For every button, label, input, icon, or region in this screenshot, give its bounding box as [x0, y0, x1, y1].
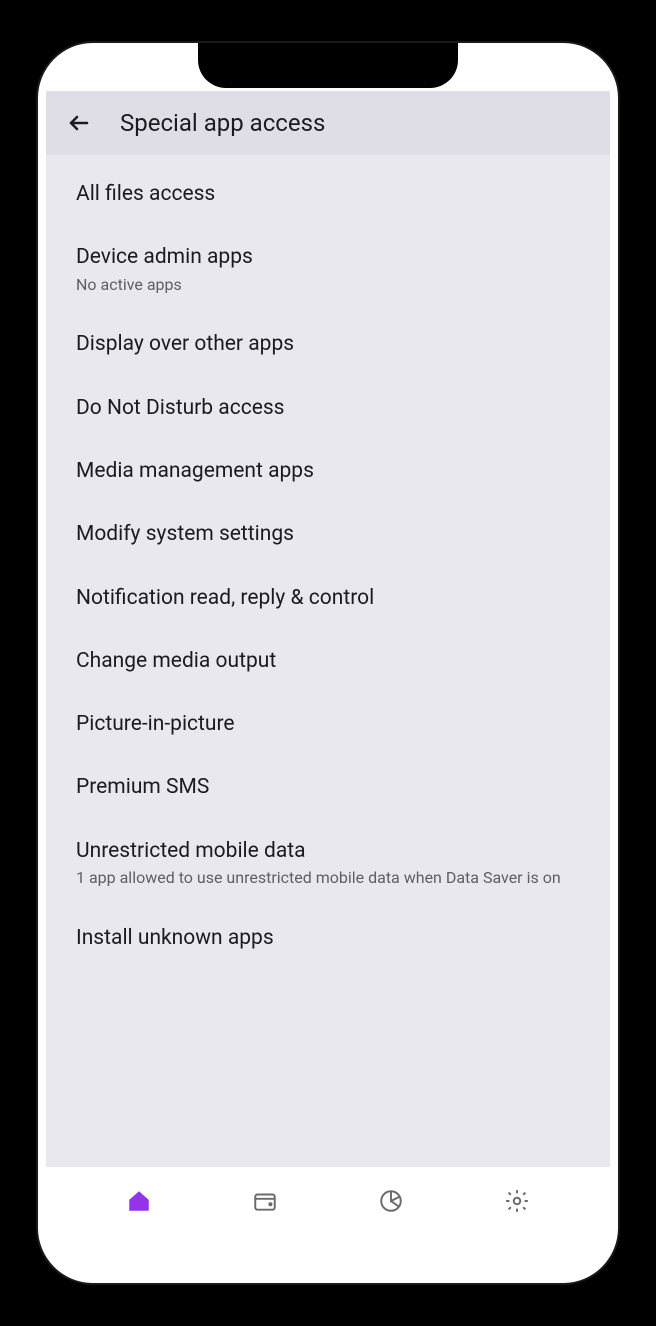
home-icon	[126, 1188, 152, 1214]
item-all-files-access[interactable]: All files access	[46, 163, 610, 226]
list-item-title: Picture-in-picture	[76, 711, 580, 738]
item-install-unknown-apps[interactable]: Install unknown apps	[46, 907, 610, 970]
back-button[interactable]	[66, 110, 92, 136]
item-display-over-other-apps[interactable]: Display over other apps	[46, 313, 610, 376]
item-unrestricted-mobile-data[interactable]: Unrestricted mobile data 1 app allowed t…	[46, 820, 610, 907]
list-item-title: Modify system settings	[76, 521, 580, 548]
bottom-navigation	[46, 1167, 610, 1235]
list-item-title: Unrestricted mobile data	[76, 838, 580, 865]
list-item-title: All files access	[76, 181, 580, 208]
item-notification-read-reply-control[interactable]: Notification read, reply & control	[46, 567, 610, 630]
nav-wallet[interactable]	[245, 1181, 285, 1221]
list-item-title: Media management apps	[76, 458, 580, 485]
wallet-icon	[252, 1188, 278, 1214]
list-item-title: Do Not Disturb access	[76, 395, 580, 422]
nav-chart[interactable]	[371, 1181, 411, 1221]
page-title: Special app access	[120, 109, 325, 137]
list-item-title: Change media output	[76, 648, 580, 675]
phone-notch	[198, 43, 458, 88]
settings-list: All files access Device admin apps No ac…	[46, 155, 610, 1167]
nav-settings[interactable]	[497, 1181, 537, 1221]
list-item-title: Install unknown apps	[76, 925, 580, 952]
item-premium-sms[interactable]: Premium SMS	[46, 756, 610, 819]
phone-frame: Special app access All files access Devi…	[38, 43, 618, 1283]
list-item-title: Premium SMS	[76, 774, 580, 801]
list-item-title: Display over other apps	[76, 331, 580, 358]
list-item-subtitle: 1 app allowed to use unrestricted mobile…	[76, 868, 580, 889]
gear-icon	[504, 1188, 530, 1214]
list-item-title: Notification read, reply & control	[76, 585, 580, 612]
item-change-media-output[interactable]: Change media output	[46, 630, 610, 693]
item-device-admin-apps[interactable]: Device admin apps No active apps	[46, 226, 610, 313]
nav-home[interactable]	[119, 1181, 159, 1221]
list-item-subtitle: No active apps	[76, 275, 580, 296]
item-media-management-apps[interactable]: Media management apps	[46, 440, 610, 503]
pie-chart-icon	[378, 1188, 404, 1214]
screen: Special app access All files access Devi…	[46, 91, 610, 1235]
list-item-title: Device admin apps	[76, 244, 580, 271]
item-picture-in-picture[interactable]: Picture-in-picture	[46, 693, 610, 756]
app-header: Special app access	[46, 91, 610, 155]
item-modify-system-settings[interactable]: Modify system settings	[46, 503, 610, 566]
arrow-left-icon	[67, 111, 91, 135]
item-do-not-disturb-access[interactable]: Do Not Disturb access	[46, 377, 610, 440]
